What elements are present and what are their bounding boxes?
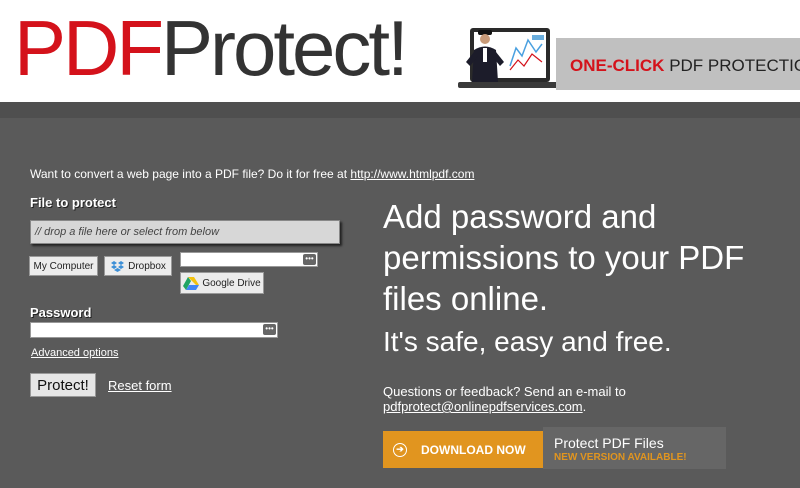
promo-text: Want to convert a web page into a PDF fi…: [30, 167, 474, 181]
url-input[interactable]: •••: [180, 252, 318, 267]
feedback-period: .: [582, 399, 587, 414]
google-drive-icon: [183, 277, 200, 290]
header-divider: [0, 102, 800, 118]
my-computer-label: My Computer: [33, 260, 94, 272]
feedback-message: Questions or feedback? Send an e-mail to: [383, 384, 626, 399]
protect-button[interactable]: Protect!: [30, 373, 96, 397]
google-drive-button[interactable]: Google Drive: [180, 272, 264, 294]
dropbox-label: Dropbox: [128, 260, 166, 272]
download-now-button[interactable]: ➔ DOWNLOAD NOW: [383, 431, 543, 468]
logo-pdf: PDF: [14, 4, 164, 92]
new-version-badge: NEW VERSION AVAILABLE!: [554, 452, 687, 463]
laptop-guard-illustration: [458, 28, 562, 88]
hero-headline: Add password and permissions to your PDF…: [383, 198, 745, 317]
hero-subheadline: It's safe, easy and free.: [383, 326, 672, 357]
my-computer-button[interactable]: My Computer: [29, 256, 98, 276]
password-dots-icon[interactable]: •••: [263, 324, 276, 335]
tagline-accent: ONE-CLICK: [570, 56, 665, 75]
file-drop-zone[interactable]: // drop a file here or select from below: [30, 220, 340, 244]
tagline-rest: PDF PROTECTION: [669, 56, 800, 75]
dropbox-button[interactable]: Dropbox: [104, 256, 172, 276]
htmlpdf-link[interactable]: http://www.htmlpdf.com: [350, 167, 474, 181]
advanced-options-link[interactable]: Advanced options: [31, 347, 118, 359]
logo-protect: Protect!: [161, 4, 409, 92]
download-now-label: DOWNLOAD NOW: [421, 442, 526, 457]
file-to-protect-label: File to protect: [30, 195, 116, 210]
download-arrow-icon: ➔: [393, 442, 407, 457]
url-dots-icon[interactable]: •••: [303, 254, 316, 265]
tagline: ONE-CLICK PDF PROTECTION: [570, 56, 800, 76]
reset-form-link[interactable]: Reset form: [108, 378, 172, 393]
feedback-email-link[interactable]: pdfprotect@onlinepdfservices.com: [383, 399, 583, 414]
site-logo[interactable]: PDFProtect!: [14, 4, 409, 92]
promo-message: Want to convert a web page into a PDF fi…: [30, 167, 348, 181]
feedback-text: Questions or feedback? Send an e-mail to…: [383, 384, 626, 414]
dropbox-icon: [111, 261, 125, 272]
google-drive-label: Google Drive: [202, 277, 261, 289]
password-input[interactable]: •••: [30, 322, 278, 338]
password-label: Password: [30, 305, 92, 320]
download-title: Protect PDF Files: [554, 435, 664, 451]
